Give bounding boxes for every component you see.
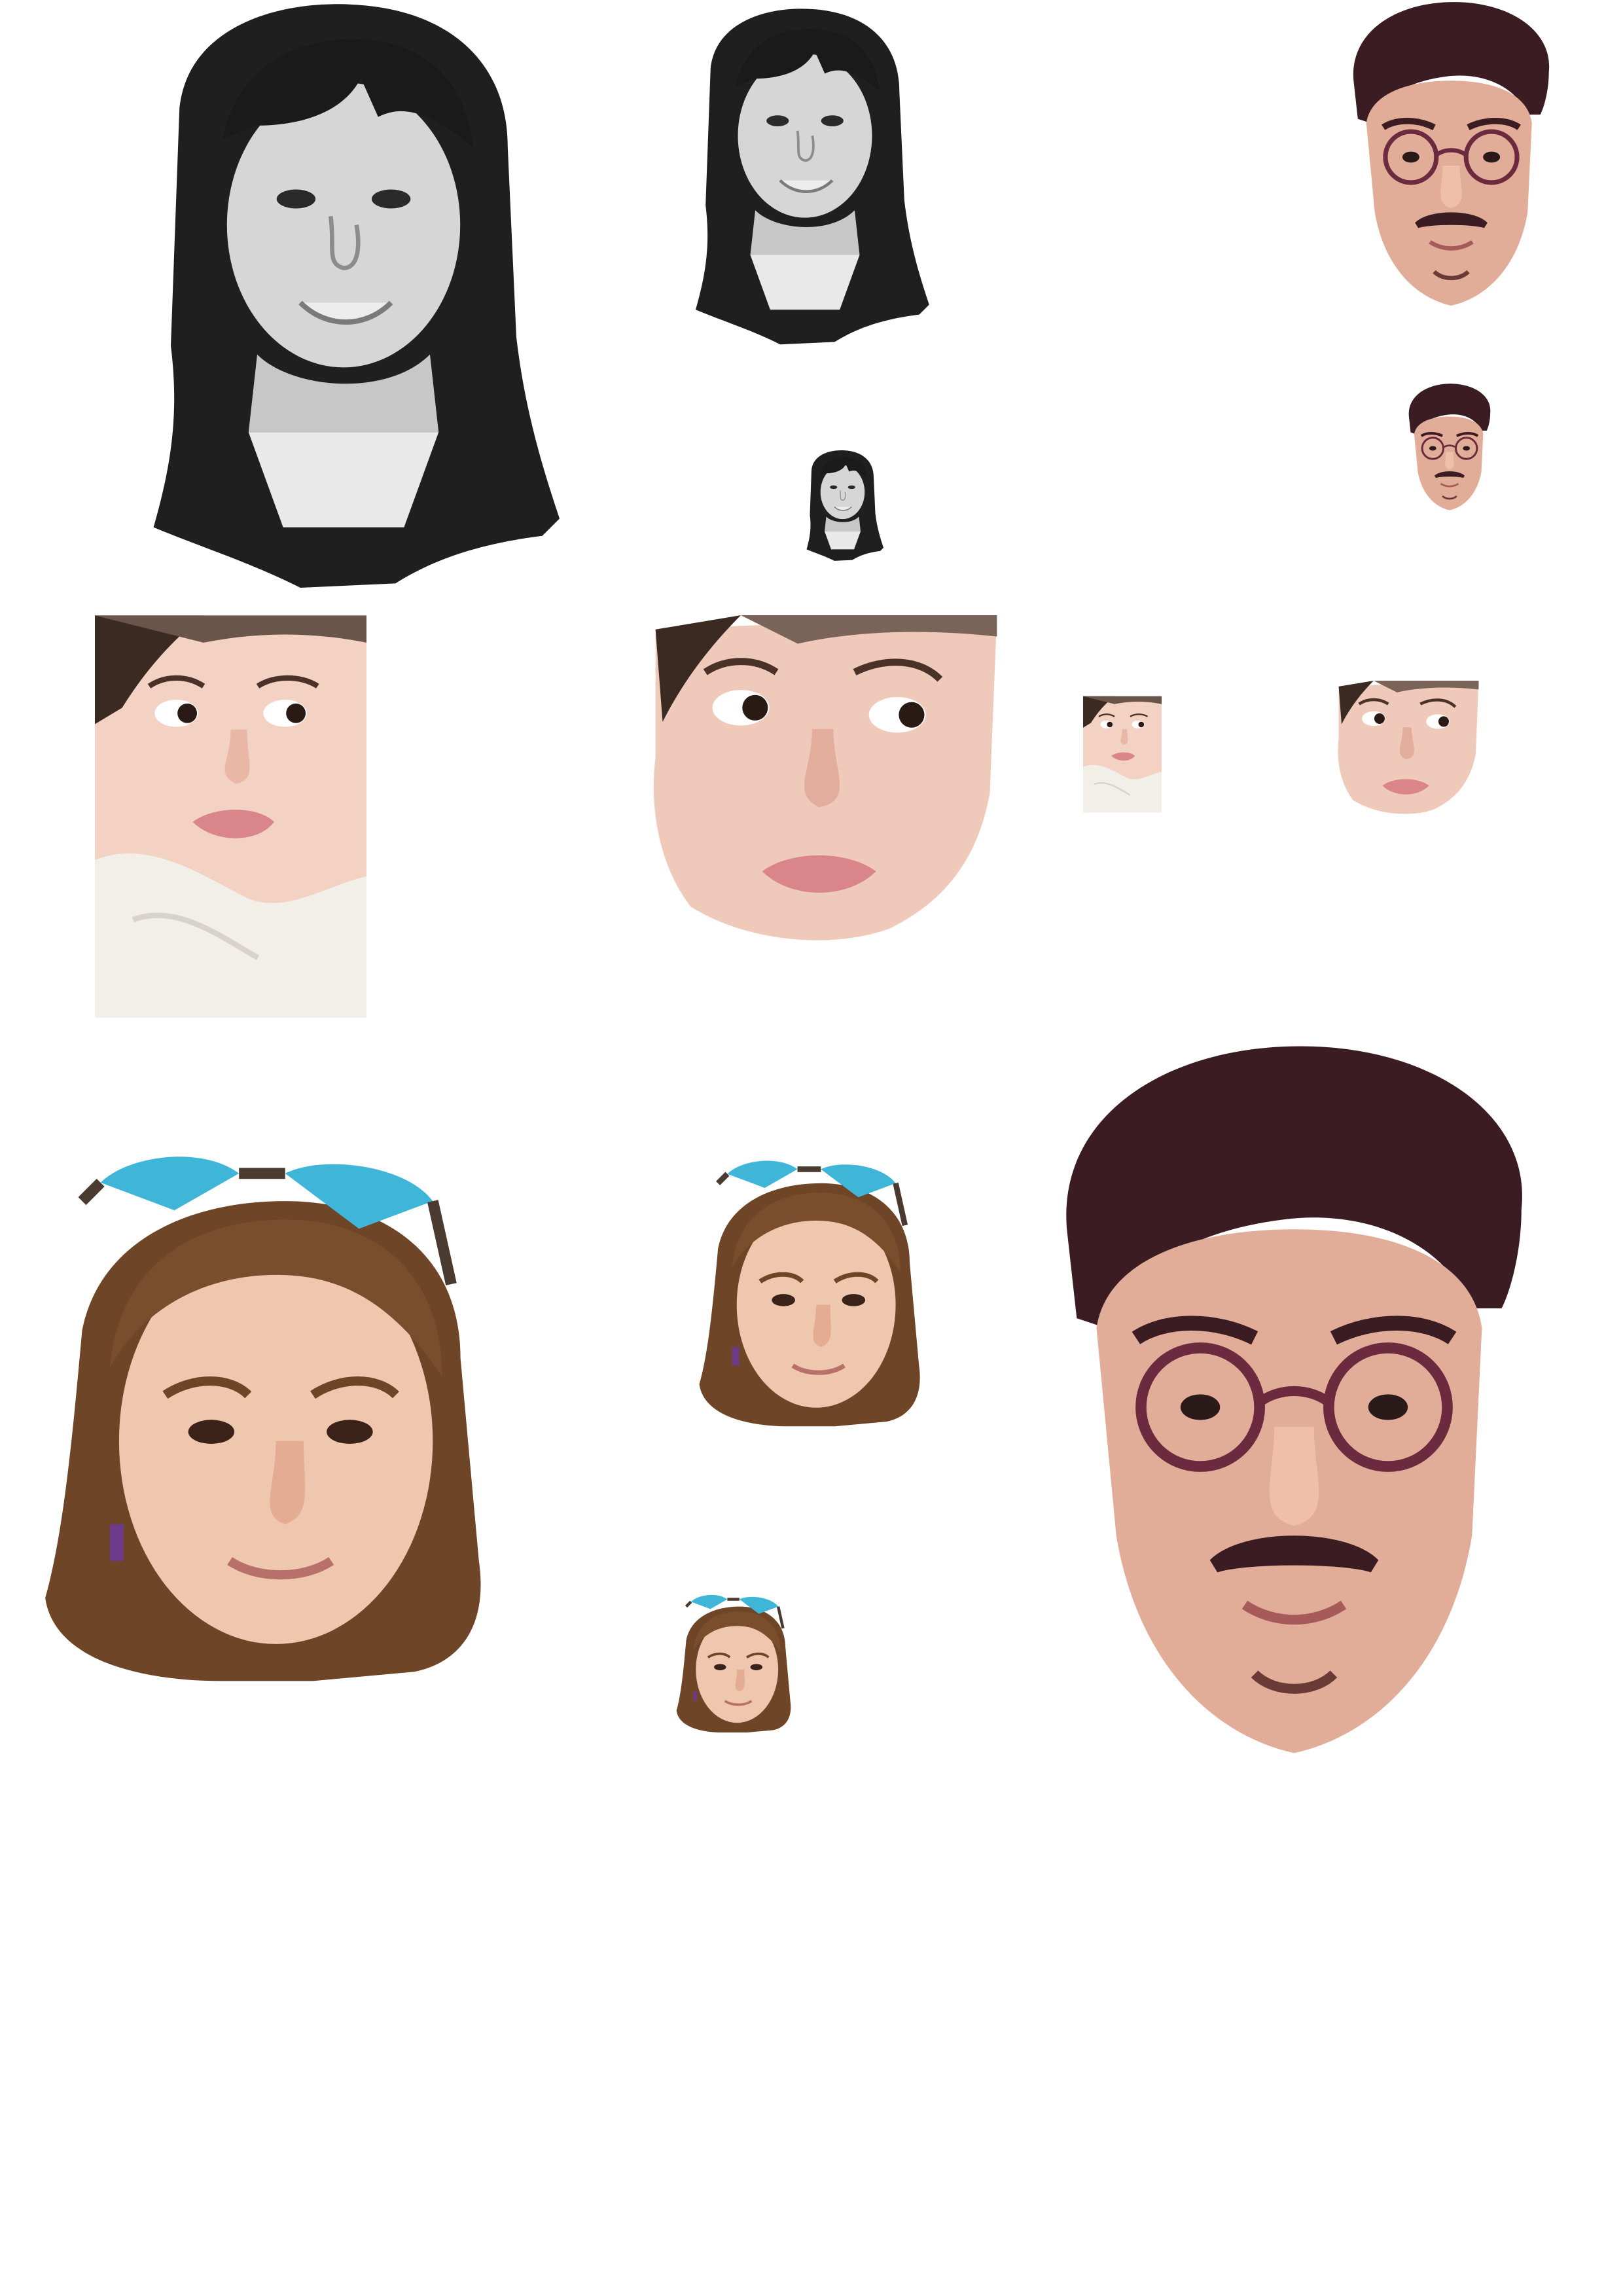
face-cutout-woman-sunglasses-medium — [694, 1155, 929, 1433]
face-cutout-woman-face-crop-small — [1335, 681, 1482, 815]
face-cutout-woman-sunglasses-large — [36, 1145, 497, 1695]
face-cutout-woman-face-crop-large — [648, 615, 1005, 942]
face-cutout-woman-sunglasses-small — [674, 1590, 795, 1738]
face-cutout-woman-white-top-large — [95, 615, 366, 1018]
face-cutout-grayscale-woman-large — [128, 0, 560, 592]
face-cutout-man-glasses-small — [1404, 383, 1495, 514]
face-cutout-grayscale-woman-medium — [681, 7, 929, 347]
face-cutout-man-glasses-medium — [1345, 0, 1558, 314]
face-cutout-woman-white-top-small — [1083, 694, 1162, 815]
face-cutout-grayscale-woman-small — [802, 448, 883, 563]
face-cutout-man-glasses-large — [1047, 1041, 1541, 1774]
